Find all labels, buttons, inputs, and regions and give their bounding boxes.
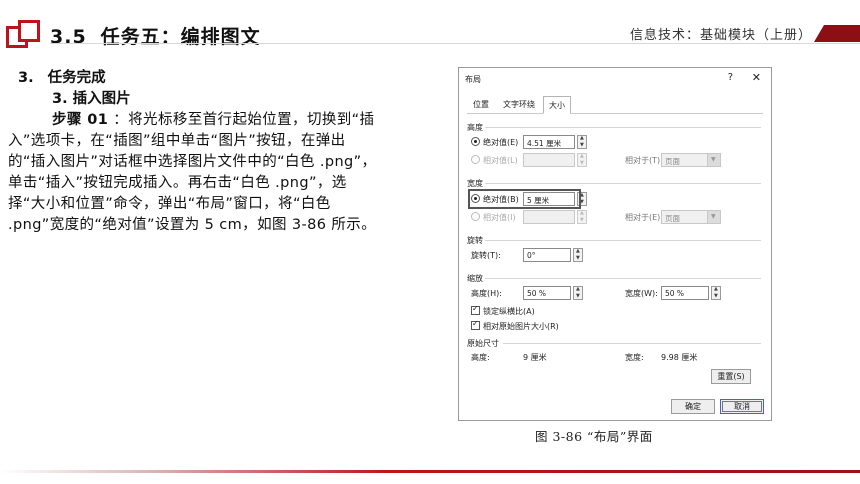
step-label: 步骤 01 xyxy=(52,112,109,128)
figure-caption: 图 3-86 “布局”界面 xyxy=(535,429,653,444)
height-relative-radio[interactable] xyxy=(471,155,480,164)
relative-original-checkbox[interactable] xyxy=(471,319,480,330)
cancel-button[interactable]: 取消 xyxy=(720,399,764,414)
scale-height-input[interactable]: 50 % xyxy=(523,286,571,300)
instruction-text: 3. 任务完成 3. 插入图片 步骤 01 ：将光标移至首行起始位置，切换到“插入… xyxy=(8,68,378,236)
header-divider xyxy=(50,43,860,44)
height-absolute-radio[interactable] xyxy=(471,137,480,146)
help-icon[interactable]: ? xyxy=(728,72,733,83)
rotate-group-label: 旋转 xyxy=(467,236,483,245)
scale-width-label: 宽度(W): xyxy=(625,289,658,298)
layout-dialog: 布局 ? ✕ 位置 文字环绕 大小 高度 绝对值(E) 4.51 厘米 相对值(… xyxy=(458,67,772,421)
original-height-label: 高度: xyxy=(471,353,490,362)
width-relative-input[interactable] xyxy=(523,210,575,224)
sub-heading: 3. 插入图片 xyxy=(52,91,131,107)
rotation-row: 旋转(T): 0° xyxy=(471,248,761,262)
section-logo-icon xyxy=(6,20,46,50)
height-absolute-row: 绝对值(E) 4.51 厘米 xyxy=(471,135,761,149)
ok-button[interactable]: 确定 xyxy=(671,399,715,414)
lock-aspect-label: 锁定纵横比(A) xyxy=(483,307,535,316)
rotation-label: 旋转(T): xyxy=(471,251,501,260)
close-icon[interactable]: ✕ xyxy=(752,71,761,84)
slide-title: 3.5 任务五：编排图文 xyxy=(50,22,261,49)
lock-aspect-row: 锁定纵横比(A) xyxy=(471,304,761,318)
dialog-titlebar: 布局 ? ✕ xyxy=(459,68,771,90)
course-tag: 信息技术：基础模块（上册） xyxy=(629,28,812,43)
height-group-rule xyxy=(485,127,761,128)
footer-divider xyxy=(0,470,860,473)
dialog-title: 布局 xyxy=(465,75,481,84)
tabs-divider xyxy=(467,113,763,114)
height-absolute-input[interactable]: 4.51 厘米 xyxy=(523,135,575,149)
step-text: ：将光标移至首行起始位置，切换到“插入”选项卡，在“插图”组中单击“图片”按钮，… xyxy=(8,112,377,233)
rotate-group-rule xyxy=(485,240,761,241)
chevron-down-icon[interactable] xyxy=(707,210,721,224)
scale-group-label: 缩放 xyxy=(467,274,483,283)
tab-text-wrapping[interactable]: 文字环绕 xyxy=(499,96,539,114)
rotation-spinner[interactable] xyxy=(573,248,583,262)
width-relative-row: 相对值(I) 相对于(E) 页面 xyxy=(471,210,761,224)
original-height-value: 9 厘米 xyxy=(523,353,547,362)
width-group-label: 宽度 xyxy=(467,179,483,188)
original-group-rule xyxy=(503,343,761,344)
section-title: 任务五：编排图文 xyxy=(100,26,261,48)
scale-width-input[interactable]: 50 % xyxy=(661,286,709,300)
scale-group-rule xyxy=(485,278,761,279)
reset-button[interactable]: 重置(S) xyxy=(711,369,751,384)
width-relative-label: 相对值(I) xyxy=(483,213,516,222)
section-heading: 3. 任务完成 xyxy=(18,70,106,86)
original-width-label: 宽度: xyxy=(625,353,644,362)
relative-original-label: 相对原始图片大小(R) xyxy=(483,322,559,331)
header-accent-bar xyxy=(814,25,860,42)
original-group-label: 原始尺寸 xyxy=(467,339,499,348)
scale-height-spinner[interactable] xyxy=(573,286,583,300)
rotation-input[interactable]: 0° xyxy=(523,248,571,262)
step-paragraph: 步骤 01 ：将光标移至首行起始位置，切换到“插入”选项卡，在“插图”组中单击“… xyxy=(8,110,378,236)
scale-width-spinner[interactable] xyxy=(711,286,721,300)
original-size-row: 高度: 9 厘米 宽度: 9.98 厘米 xyxy=(471,350,761,364)
width-relative-to-label: 相对于(E) xyxy=(625,213,661,222)
original-width-value: 9.98 厘米 xyxy=(661,353,698,362)
height-relative-to-label: 相对于(T) xyxy=(625,156,661,165)
height-relative-spinner[interactable] xyxy=(577,153,587,167)
tab-position[interactable]: 位置 xyxy=(467,96,495,114)
width-highlight-box xyxy=(468,189,581,209)
scale-row: 高度(H): 50 % 宽度(W): 50 % xyxy=(471,286,761,300)
tab-size[interactable]: 大小 xyxy=(543,96,571,114)
width-relative-radio[interactable] xyxy=(471,212,480,221)
width-relative-spinner[interactable] xyxy=(577,210,587,224)
height-absolute-spinner[interactable] xyxy=(577,135,587,149)
height-relative-label: 相对值(L) xyxy=(483,156,518,165)
chevron-down-icon[interactable] xyxy=(707,153,721,167)
height-absolute-label: 绝对值(E) xyxy=(483,138,519,147)
relative-original-row: 相对原始图片大小(R) xyxy=(471,319,761,333)
section-number: 3.5 xyxy=(50,26,87,48)
lock-aspect-checkbox[interactable] xyxy=(471,304,480,315)
height-group-label: 高度 xyxy=(467,123,483,132)
height-relative-input[interactable] xyxy=(523,153,575,167)
scale-height-label: 高度(H): xyxy=(471,289,502,298)
height-relative-row: 相对值(L) 相对于(T) 页面 xyxy=(471,153,761,167)
width-group-rule xyxy=(485,183,761,184)
